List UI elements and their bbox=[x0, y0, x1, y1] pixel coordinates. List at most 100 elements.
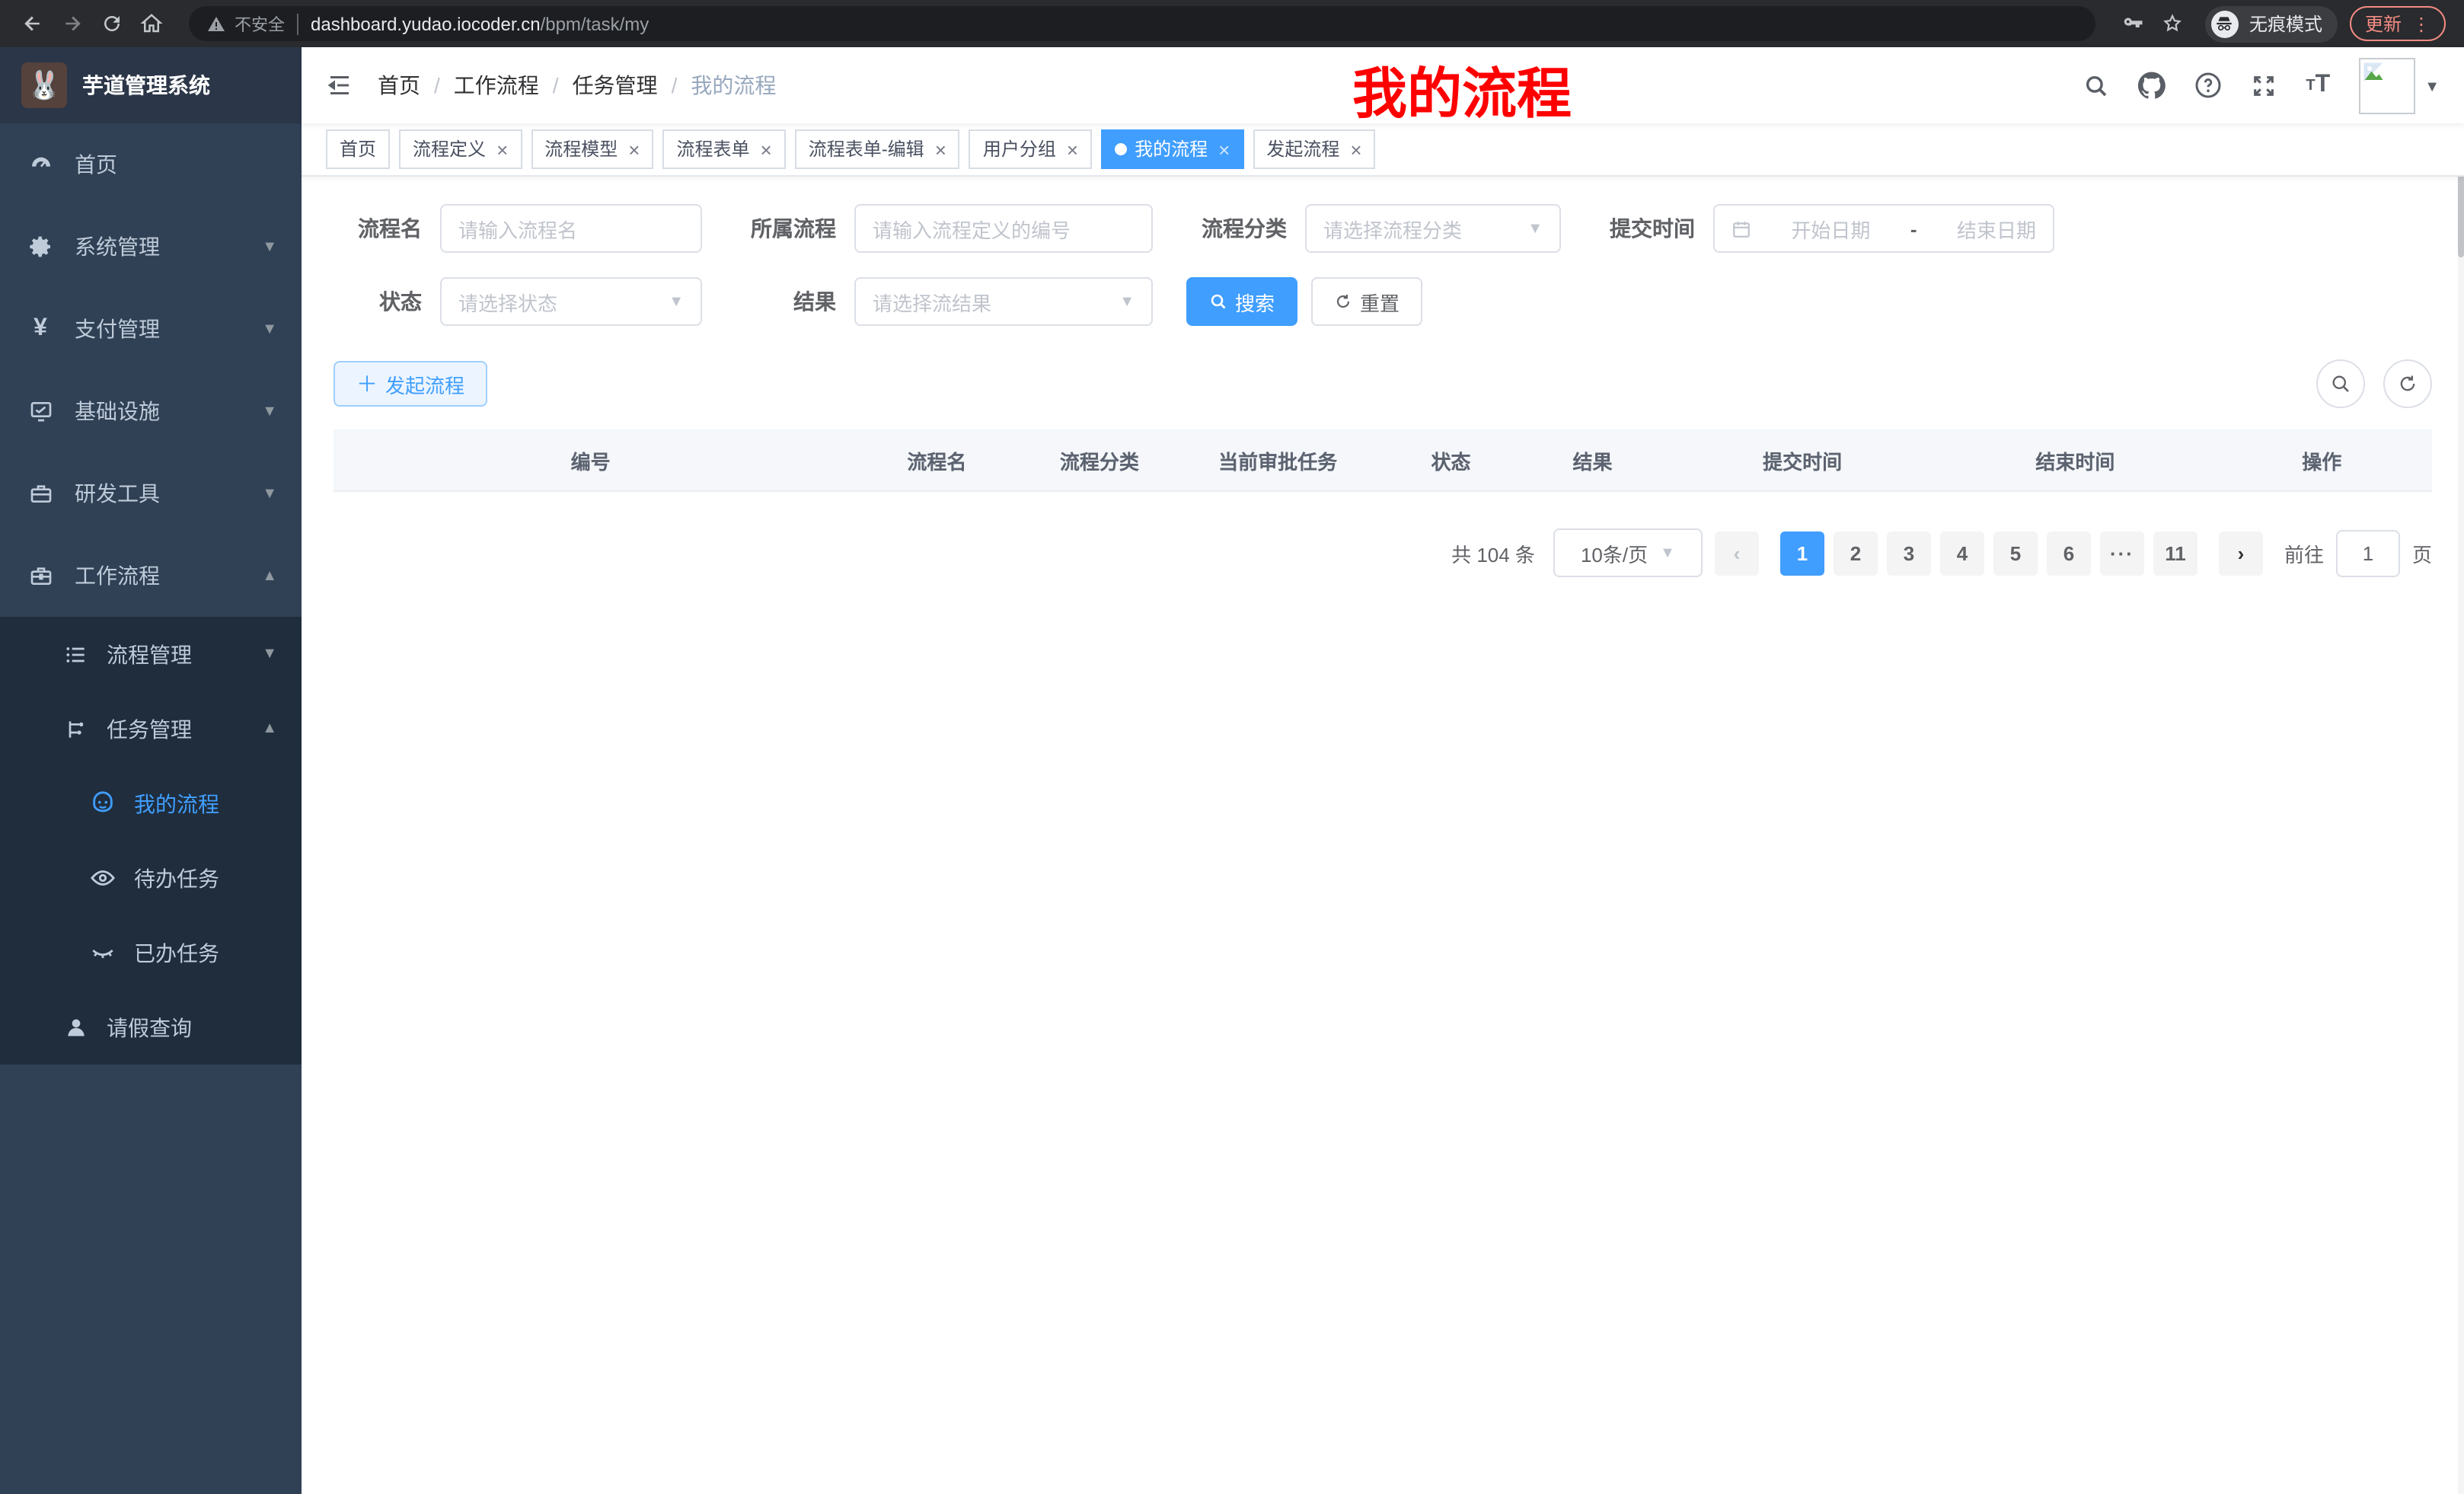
password-key-icon[interactable] bbox=[2114, 4, 2153, 43]
browser-menu-icon[interactable]: ⋮ bbox=[2412, 16, 2430, 31]
tab-close-icon[interactable]: × bbox=[628, 139, 640, 159]
process-table: 编号 流程名 流程分类 当前审批任务 状态 结果 提交时间 结束时间 操作 bbox=[334, 429, 2432, 492]
sidebar-item-process-management[interactable]: 流程管理 ▼ bbox=[0, 617, 302, 691]
chevron-down-icon: ▼ bbox=[262, 238, 277, 255]
process-definition-label: 所属流程 bbox=[736, 213, 854, 244]
submit-time-label: 提交时间 bbox=[1594, 213, 1713, 244]
process-category-select[interactable]: 请选择流程分类▼ bbox=[1305, 204, 1561, 253]
pager: 123456···11 bbox=[1780, 531, 2197, 575]
submit-time-range-picker[interactable]: 开始日期 - 结束日期 bbox=[1713, 204, 2054, 253]
sidebar-item-task-management[interactable]: 任务管理 ▲ bbox=[0, 691, 302, 766]
pager-more-button[interactable]: ··· bbox=[2100, 531, 2144, 575]
robot-face-icon bbox=[90, 790, 116, 816]
tab-流程模型[interactable]: 流程模型× bbox=[531, 129, 653, 169]
breadcrumb-home[interactable]: 首页 bbox=[378, 70, 420, 101]
security-warning[interactable]: 不安全 bbox=[207, 11, 285, 36]
sidebar-item-workflow[interactable]: 工作流程 ▲ bbox=[0, 535, 302, 617]
status-select[interactable]: 请选择状态▼ bbox=[440, 277, 702, 326]
pager-page-1[interactable]: 1 bbox=[1780, 531, 1824, 575]
navbar: 首页 / 工作流程 / 任务管理 / 我的流程 我的流程 TT bbox=[302, 47, 2464, 123]
tab-流程表单[interactable]: 流程表单× bbox=[662, 129, 785, 169]
pager-page-11[interactable]: 11 bbox=[2153, 531, 2197, 575]
table-toolbar: ＋ 发起流程 bbox=[334, 359, 2432, 408]
result-select[interactable]: 请选择流结果▼ bbox=[854, 277, 1153, 326]
process-category-label: 流程分类 bbox=[1186, 213, 1305, 244]
tab-label: 我的流程 bbox=[1135, 131, 1208, 168]
page-size-select[interactable]: 10条/页▼ bbox=[1553, 528, 1703, 577]
search-button[interactable]: 搜索 bbox=[1186, 277, 1297, 326]
sidebar-item-devtools[interactable]: 研发工具 ▼ bbox=[0, 452, 302, 535]
chevron-down-icon: ▼ bbox=[1527, 220, 1543, 237]
sidebar-toggle-button[interactable] bbox=[326, 70, 356, 101]
app-logo[interactable]: 🐰 芋道管理系统 bbox=[0, 47, 302, 123]
goto-label: 前往 bbox=[2284, 538, 2324, 567]
bookmark-star-icon[interactable] bbox=[2153, 4, 2193, 43]
breadcrumb-workflow[interactable]: 工作流程 bbox=[454, 70, 539, 101]
browser-reload-button[interactable] bbox=[91, 4, 131, 43]
tab-用户分组[interactable]: 用户分组× bbox=[969, 129, 1092, 169]
content: 流程名 请输入流程名 所属流程 请输入流程定义的编号 流程分类 请选择流程分类▼… bbox=[302, 177, 2464, 1494]
browser-forward-button[interactable] bbox=[52, 4, 91, 43]
user-avatar-menu[interactable]: ▼ bbox=[2359, 57, 2440, 113]
sidebar-item-todo-tasks[interactable]: 待办任务 bbox=[0, 841, 302, 915]
pager-page-3[interactable]: 3 bbox=[1887, 531, 1931, 575]
tab-close-icon[interactable]: × bbox=[496, 139, 508, 159]
fullscreen-icon[interactable] bbox=[2251, 72, 2277, 98]
help-icon[interactable] bbox=[2194, 72, 2222, 99]
tab-label: 首页 bbox=[340, 131, 376, 168]
show-search-toggle-button[interactable] bbox=[2316, 359, 2365, 408]
tab-流程定义[interactable]: 流程定义 × bbox=[399, 129, 522, 169]
tab-label: 流程定义 bbox=[413, 131, 486, 168]
sidebar-item-system[interactable]: 系统管理 ▼ bbox=[0, 206, 302, 288]
process-name-input[interactable]: 请输入流程名 bbox=[440, 204, 702, 253]
process-name-label: 流程名 bbox=[334, 213, 440, 244]
browser-update-button[interactable]: 更新 ⋮ bbox=[2350, 6, 2446, 41]
reset-button[interactable]: 重置 bbox=[1311, 277, 1422, 326]
goto-page-input[interactable]: 1 bbox=[2336, 529, 2400, 576]
refresh-table-button[interactable] bbox=[2383, 359, 2432, 408]
prev-page-button[interactable]: ‹ bbox=[1715, 531, 1759, 575]
col-id: 编号 bbox=[334, 429, 847, 491]
app-title: 芋道管理系统 bbox=[82, 70, 210, 101]
col-submit-time: 提交时间 bbox=[1666, 429, 1939, 491]
tab-我的流程[interactable]: 我的流程 × bbox=[1101, 129, 1243, 169]
github-icon[interactable] bbox=[2138, 72, 2166, 99]
tab-close-icon[interactable]: × bbox=[1067, 139, 1078, 159]
sidebar-item-leave-query[interactable]: 请假查询 bbox=[0, 990, 302, 1065]
process-definition-input[interactable]: 请输入流程定义的编号 bbox=[854, 204, 1153, 253]
scrollbar-track[interactable] bbox=[2458, 47, 2464, 1494]
pager-page-6[interactable]: 6 bbox=[2047, 531, 2091, 575]
avatar[interactable] bbox=[2359, 57, 2415, 113]
create-process-button[interactable]: ＋ 发起流程 bbox=[334, 361, 487, 407]
person-icon bbox=[62, 1014, 88, 1040]
tab-流程表单-编辑[interactable]: 流程表单-编辑× bbox=[795, 129, 960, 169]
font-size-icon[interactable]: TT bbox=[2306, 72, 2330, 99]
tab-首页[interactable]: 首页 bbox=[326, 129, 390, 169]
tab-close-icon[interactable]: × bbox=[1218, 139, 1230, 159]
tab-发起流程[interactable]: 发起流程× bbox=[1253, 129, 1375, 169]
browser-home-button[interactable] bbox=[131, 4, 171, 43]
sidebar-item-done-tasks[interactable]: 已办任务 bbox=[0, 915, 302, 990]
breadcrumb-task-management[interactable]: 任务管理 bbox=[573, 70, 658, 101]
browser-back-button[interactable] bbox=[12, 4, 52, 43]
eye-open-icon bbox=[90, 865, 116, 891]
sidebar-item-payment[interactable]: ¥ 支付管理 ▼ bbox=[0, 288, 302, 370]
sidebar-item-home[interactable]: 首页 bbox=[0, 123, 302, 206]
search-icon[interactable] bbox=[2083, 72, 2109, 98]
pager-page-5[interactable]: 5 bbox=[1993, 531, 2038, 575]
pager-page-2[interactable]: 2 bbox=[1834, 531, 1878, 575]
chevron-down-icon: ▼ bbox=[669, 293, 684, 310]
tab-close-icon[interactable]: × bbox=[935, 139, 946, 159]
tab-close-icon[interactable]: × bbox=[761, 139, 772, 159]
address-bar[interactable]: 不安全 dashboard.yudao.iocoder.cn/bpm/task/… bbox=[189, 6, 2095, 41]
sidebar-item-infrastructure[interactable]: 基础设施 ▼ bbox=[0, 370, 302, 452]
url-text: dashboard.yudao.iocoder.cn/bpm/task/my bbox=[311, 13, 649, 34]
filter-row-1: 流程名 请输入流程名 所属流程 请输入流程定义的编号 流程分类 请选择流程分类▼… bbox=[334, 204, 2432, 253]
next-page-button[interactable]: › bbox=[2219, 531, 2263, 575]
chevron-down-icon: ▼ bbox=[1119, 293, 1135, 310]
incognito-icon bbox=[2211, 10, 2239, 37]
sidebar-item-my-process[interactable]: 我的流程 bbox=[0, 766, 302, 841]
pager-page-4[interactable]: 4 bbox=[1940, 531, 1984, 575]
tab-close-icon[interactable]: × bbox=[1350, 139, 1361, 159]
col-operations: 操作 bbox=[2212, 429, 2433, 491]
